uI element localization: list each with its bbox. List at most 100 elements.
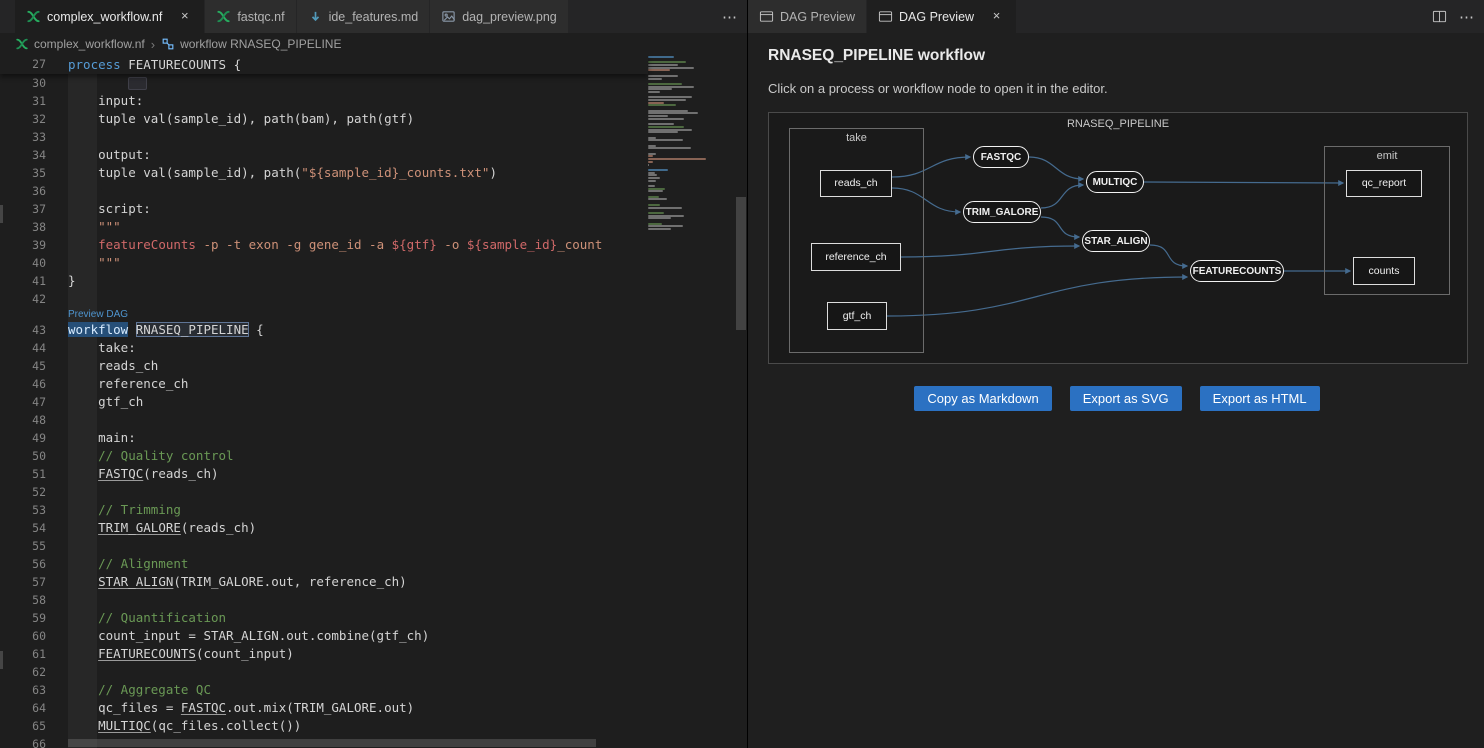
- code-line[interactable]: 49 main:: [0, 429, 648, 447]
- line-text: take:: [68, 339, 136, 357]
- code-line[interactable]: 33: [0, 128, 648, 146]
- node-featurecounts[interactable]: FEATURECOUNTS: [1190, 260, 1284, 282]
- code-line[interactable]: 37 script:: [0, 200, 648, 218]
- code-line[interactable]: 38 """: [0, 218, 648, 236]
- code-line[interactable]: 43workflow RNASEQ_PIPELINE {: [0, 321, 648, 339]
- breadcrumb-file[interactable]: complex_workflow.nf: [34, 37, 145, 51]
- cluster-label: emit: [1325, 150, 1449, 162]
- export-as-svg-button[interactable]: Export as SVG: [1070, 386, 1182, 411]
- code-line[interactable]: 31 input:: [0, 92, 648, 110]
- line-number: 46: [0, 375, 46, 393]
- code-line[interactable]: 50 // Quality control: [0, 447, 648, 465]
- export-as-html-button[interactable]: Export as HTML: [1200, 386, 1320, 411]
- node-reference-ch[interactable]: reference_ch: [811, 243, 901, 271]
- nextflow-icon: [216, 9, 231, 24]
- code-editor[interactable]: 3031 input:32 tuple val(sample_id), path…: [0, 55, 747, 748]
- line-text: main:: [68, 429, 136, 447]
- tab-dag-preview[interactable]: DAG Preview: [748, 0, 867, 33]
- line-number: 42: [0, 290, 46, 308]
- line-text: tuple val(sample_id), path(bam), path(gt…: [68, 110, 414, 128]
- preview-actions: Copy as Markdown Export as SVG Export as H…: [768, 386, 1466, 411]
- code-line[interactable]: 62: [0, 663, 648, 681]
- code-line[interactable]: 39 featureCounts -p -t exon -g gene_id -…: [0, 236, 648, 254]
- tab-ide-features-md[interactable]: ide_features.md: [297, 0, 431, 33]
- line-text: process FEATURECOUNTS {: [68, 55, 241, 74]
- preview-hint: Click on a process or workflow node to o…: [768, 81, 1466, 96]
- code-line[interactable]: 32 tuple val(sample_id), path(bam), path…: [0, 110, 648, 128]
- code-line[interactable]: 60 count_input = STAR_ALIGN.out.combine(…: [0, 627, 648, 645]
- line-number: 52: [0, 483, 46, 501]
- close-tab-icon[interactable]: ×: [988, 8, 1005, 25]
- line-text: // Alignment: [68, 555, 188, 573]
- code-line[interactable]: 36: [0, 182, 648, 200]
- minimap[interactable]: [648, 56, 736, 748]
- sticky-line[interactable]: 27process FEATURECOUNTS {: [0, 55, 648, 74]
- code-line[interactable]: 52: [0, 483, 648, 501]
- markdown-icon: [308, 9, 323, 24]
- code-line[interactable]: 34 output:: [0, 146, 648, 164]
- tab-dag-preview-png[interactable]: dag_preview.png: [430, 0, 569, 33]
- preview-title: RNASEQ_PIPELINE workflow: [768, 47, 1466, 65]
- code-line[interactable]: 55: [0, 537, 648, 555]
- node-trim-galore[interactable]: TRIM_GALORE: [963, 201, 1041, 223]
- sticky-scroll[interactable]: 27process FEATURECOUNTS {: [0, 55, 648, 74]
- line-text: MULTIQC(qc_files.collect()): [68, 717, 301, 735]
- node-counts[interactable]: counts: [1353, 257, 1415, 285]
- code-line[interactable]: 63 // Aggregate QC: [0, 681, 648, 699]
- code-line[interactable]: 35 tuple val(sample_id), path("${sample_…: [0, 164, 648, 182]
- code-line[interactable]: 65 MULTIQC(qc_files.collect()): [0, 717, 648, 735]
- code-line[interactable]: 41}: [0, 272, 648, 290]
- line-text: // Aggregate QC: [68, 681, 211, 699]
- editor-tabbar: complex_workflow.nf×fastqc.nfide_feature…: [0, 0, 747, 33]
- code-line[interactable]: 42: [0, 290, 648, 308]
- line-text: qc_files = FASTQC.out.mix(TRIM_GALORE.ou…: [68, 699, 414, 717]
- code-line[interactable]: 30: [0, 74, 648, 92]
- code-line[interactable]: 66: [0, 735, 648, 748]
- line-number: 56: [0, 555, 46, 573]
- breadcrumb-symbol[interactable]: workflow RNASEQ_PIPELINE: [180, 37, 341, 51]
- code-line[interactable]: 56 // Alignment: [0, 555, 648, 573]
- code-line[interactable]: 61 FEATURECOUNTS(count_input): [0, 645, 648, 663]
- line-number: 40: [0, 254, 46, 272]
- code-line[interactable]: 54 TRIM_GALORE(reads_ch): [0, 519, 648, 537]
- copy-as-markdown-button[interactable]: Copy as Markdown: [914, 386, 1051, 411]
- code-line[interactable]: 40 """: [0, 254, 648, 272]
- tab-dag-preview[interactable]: DAG Preview×: [867, 0, 1017, 33]
- tab-fastqc-nf[interactable]: fastqc.nf: [205, 0, 296, 33]
- preview-tabbar-actions: ⋯: [1422, 0, 1484, 33]
- tab-complex-workflow-nf[interactable]: complex_workflow.nf×: [15, 0, 205, 33]
- node-reads-ch[interactable]: reads_ch: [820, 170, 892, 197]
- node-multiqc[interactable]: MULTIQC: [1086, 171, 1144, 193]
- node-gtf-ch[interactable]: gtf_ch: [827, 302, 887, 330]
- nextflow-icon: [26, 9, 41, 24]
- code-line[interactable]: 51 FASTQC(reads_ch): [0, 465, 648, 483]
- more-tabs-icon[interactable]: ⋯: [722, 8, 737, 26]
- line-text: tuple val(sample_id), path("${sample_id}…: [68, 164, 497, 182]
- codelens-preview-dag[interactable]: Preview DAG: [68, 308, 648, 321]
- code-line[interactable]: 48: [0, 411, 648, 429]
- code-line[interactable]: 58: [0, 591, 648, 609]
- node-fastqc[interactable]: FASTQC: [973, 146, 1029, 168]
- code-line[interactable]: 59 // Quantification: [0, 609, 648, 627]
- code-line[interactable]: 53 // Trimming: [0, 501, 648, 519]
- code-line[interactable]: 46 reference_ch: [0, 375, 648, 393]
- tab-label: dag_preview.png: [462, 10, 557, 24]
- code-line[interactable]: 64 qc_files = FASTQC.out.mix(TRIM_GALORE…: [0, 699, 648, 717]
- node-star-align[interactable]: STAR_ALIGN: [1082, 230, 1150, 252]
- code-line[interactable]: 47 gtf_ch: [0, 393, 648, 411]
- dag-canvas: takeemitreads_chreference_chgtf_chFASTQC…: [769, 113, 1467, 363]
- line-text: TRIM_GALORE(reads_ch): [68, 519, 256, 537]
- dag-preview-panel: RNASEQ_PIPELINE workflow Click on a proc…: [748, 33, 1484, 411]
- code-line[interactable]: 45 reads_ch: [0, 357, 648, 375]
- node-qc-report[interactable]: qc_report: [1346, 170, 1422, 197]
- line-text: reads_ch: [68, 357, 158, 375]
- tabbar-spacer: [1017, 0, 1422, 33]
- more-actions-icon[interactable]: ⋯: [1459, 8, 1474, 26]
- split-editor-icon[interactable]: [1432, 9, 1447, 24]
- code-line[interactable]: 44 take:: [0, 339, 648, 357]
- line-number: 62: [0, 663, 46, 681]
- image-icon: [441, 9, 456, 24]
- close-tab-icon[interactable]: ×: [176, 8, 193, 25]
- vertical-scrollbar[interactable]: [736, 197, 746, 330]
- code-line[interactable]: 57 STAR_ALIGN(TRIM_GALORE.out, reference…: [0, 573, 648, 591]
